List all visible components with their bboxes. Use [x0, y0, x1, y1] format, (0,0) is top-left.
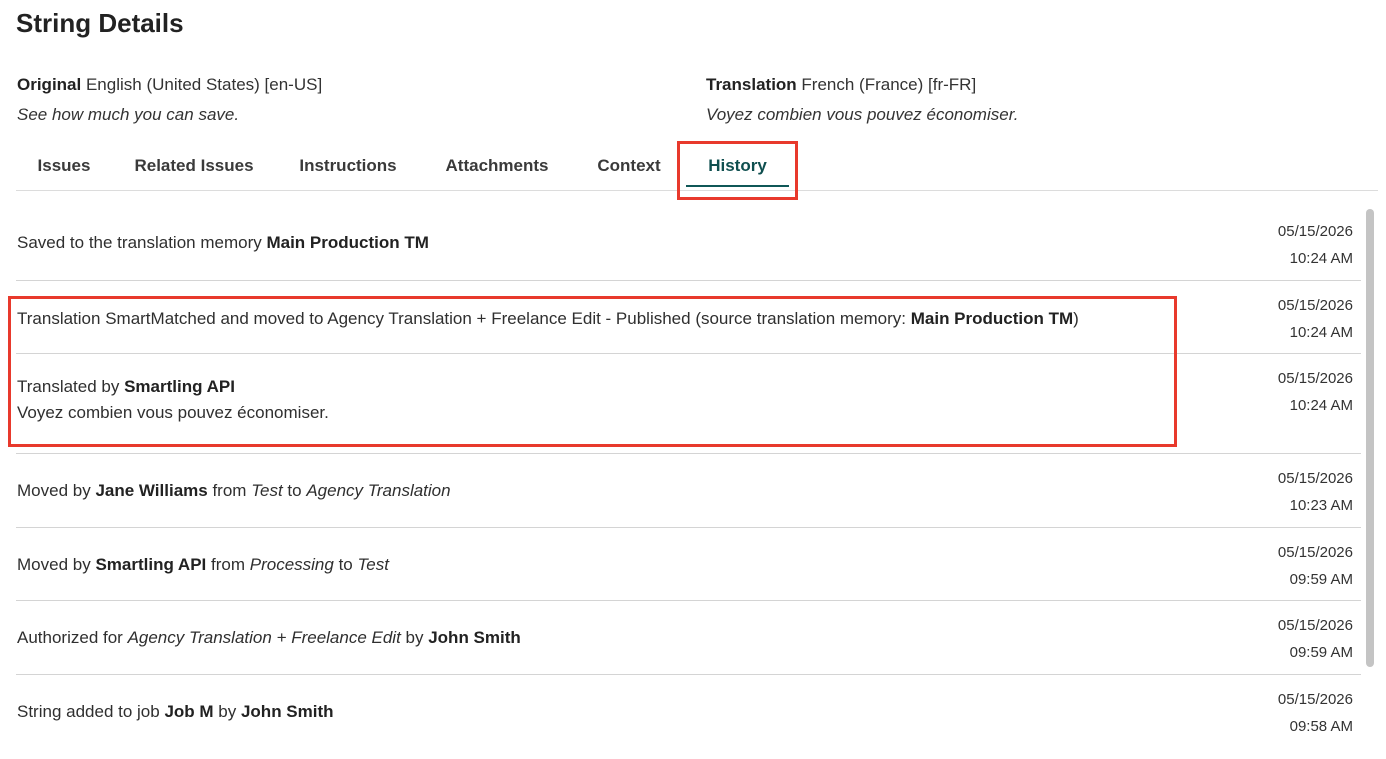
history-text: Translated by	[17, 377, 125, 396]
tab-related-issues[interactable]: Related Issues	[128, 148, 260, 188]
history-stage: Test	[357, 555, 389, 574]
history-item: Translated by Smartling API Voyez combie…	[16, 354, 1361, 454]
original-text: See how much you can save.	[17, 105, 240, 124]
history-date: 05/15/2026	[1277, 470, 1353, 487]
tab-bar: Issues Related Issues Instructions Attac…	[16, 148, 1378, 191]
history-message: Moved by Smartling API from Processing t…	[17, 552, 389, 578]
history-emphasis: Main Production TM	[910, 309, 1074, 328]
history-time: 09:59 AM	[1289, 644, 1353, 661]
history-item: Moved by Smartling API from Processing t…	[16, 528, 1361, 601]
translation-language: French (France) [fr-FR]	[801, 75, 977, 94]
history-message: Translation SmartMatched and moved to Ag…	[17, 306, 1079, 332]
history-text: by	[400, 628, 429, 647]
history-time: 09:59 AM	[1289, 571, 1353, 588]
history-time: 10:24 AM	[1289, 397, 1353, 414]
history-date: 05/15/2026	[1277, 544, 1353, 561]
history-date: 05/15/2026	[1277, 297, 1353, 314]
history-emphasis: Main Production TM	[266, 233, 429, 252]
history-emphasis: Smartling API	[124, 377, 235, 396]
history-date: 05/15/2026	[1277, 617, 1353, 634]
history-text: Translation SmartMatched and moved to Ag…	[17, 309, 911, 328]
history-item: String added to job Job M by John Smith …	[16, 675, 1361, 749]
tab-context[interactable]: Context	[589, 148, 669, 188]
history-message: Authorized for Agency Translation + Free…	[17, 625, 521, 651]
history-text: from	[206, 555, 250, 574]
history-date: 05/15/2026	[1277, 223, 1353, 240]
history-translation-text: Voyez combien vous pouvez économiser.	[17, 403, 329, 422]
history-message-line: Translated by Smartling API	[17, 374, 329, 400]
translation-label: Translation	[706, 75, 797, 94]
history-text: to	[333, 555, 358, 574]
history-item: Moved by Jane Williams from Test to Agen…	[16, 454, 1361, 528]
tab-history[interactable]: History	[686, 148, 789, 188]
history-date: 05/15/2026	[1277, 370, 1353, 387]
history-text: String added to job	[17, 702, 165, 721]
history-stage: Test	[251, 481, 283, 500]
history-text: Moved by	[17, 481, 96, 500]
history-message: Translated by Smartling API Voyez combie…	[17, 374, 329, 426]
history-text: Authorized for	[17, 628, 128, 647]
active-tab-indicator	[686, 185, 789, 187]
history-list: Saved to the translation memory Main Pro…	[16, 207, 1361, 749]
history-item: Authorized for Agency Translation + Free…	[16, 601, 1361, 675]
history-message: Moved by Jane Williams from Test to Agen…	[17, 478, 451, 504]
tab-attachments[interactable]: Attachments	[437, 148, 557, 188]
history-scrollbar[interactable]	[1366, 207, 1378, 752]
history-date: 05/15/2026	[1277, 691, 1353, 708]
original-label: Original	[17, 75, 82, 94]
history-message: Saved to the translation memory Main Pro…	[17, 230, 429, 256]
translation-text: Voyez combien vous pouvez économiser.	[706, 105, 1019, 124]
history-emphasis: John Smith	[428, 628, 521, 647]
history-text: Saved to the translation memory	[17, 233, 267, 252]
original-language: English (United States) [en-US]	[85, 75, 323, 94]
string-details-panel: String Details Original English (United …	[0, 0, 1386, 759]
history-emphasis: John Smith	[240, 702, 334, 721]
page-title: String Details	[16, 8, 184, 38]
tab-instructions[interactable]: Instructions	[292, 148, 404, 188]
history-text: )	[1073, 309, 1079, 328]
history-item: Saved to the translation memory Main Pro…	[16, 207, 1361, 281]
history-stage: Processing	[249, 555, 334, 574]
history-message: String added to job Job M by John Smith	[17, 699, 334, 725]
history-text: to	[282, 481, 307, 500]
tab-issues[interactable]: Issues	[16, 148, 112, 188]
history-emphasis: Job M	[164, 702, 214, 721]
history-emphasis: Jane Williams	[95, 481, 208, 500]
history-time: 10:24 AM	[1289, 324, 1353, 341]
history-text: by	[213, 702, 241, 721]
history-time: 10:23 AM	[1289, 497, 1353, 514]
history-item: Translation SmartMatched and moved to Ag…	[16, 281, 1361, 354]
history-stage: Agency Translation + Freelance Edit	[127, 628, 401, 647]
history-text: Moved by	[17, 555, 96, 574]
scrollbar-thumb[interactable]	[1366, 209, 1374, 667]
history-time: 09:58 AM	[1289, 718, 1353, 735]
history-emphasis: Smartling API	[95, 555, 207, 574]
history-time: 10:24 AM	[1289, 250, 1353, 267]
original-section: Original English (United States) [en-US]…	[17, 70, 322, 130]
tab-history-label: History	[708, 156, 767, 175]
translation-section: Translation French (France) [fr-FR] Voye…	[706, 70, 1018, 130]
history-text: from	[207, 481, 252, 500]
history-stage: Agency Translation	[306, 481, 451, 500]
